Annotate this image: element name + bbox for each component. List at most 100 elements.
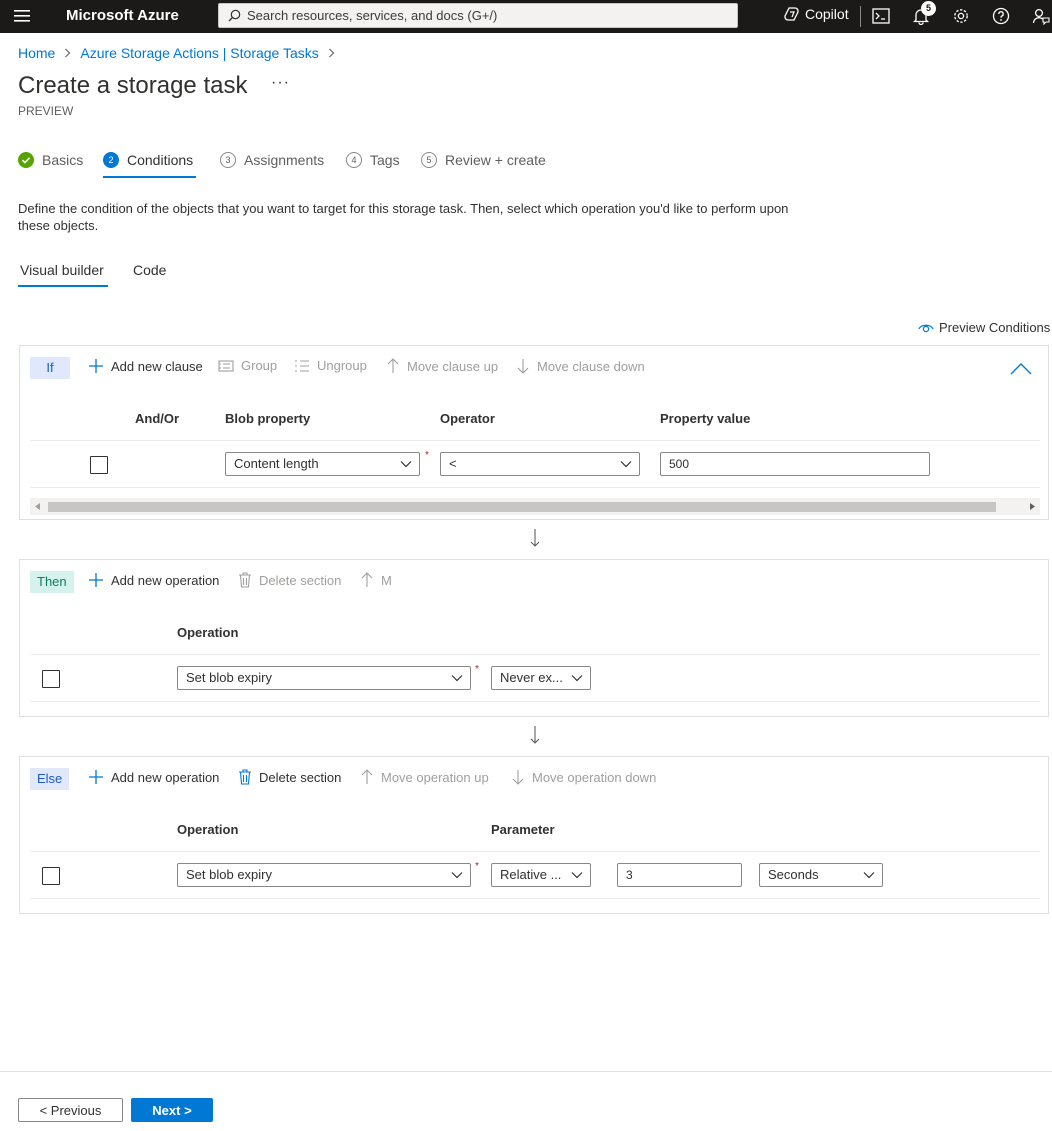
group-icon [218, 359, 234, 372]
row-divider [30, 487, 1040, 488]
property-value-input[interactable]: 500 [660, 452, 930, 476]
add-operation-label: Add new operation [111, 769, 220, 785]
delete-section-button[interactable]: Delete section [238, 572, 341, 588]
add-operation-button[interactable]: Add new operation [88, 769, 219, 785]
gear-icon[interactable] [952, 7, 970, 25]
move-operation-up-button[interactable]: M [360, 572, 392, 588]
expiry-amount-input[interactable]: 3 [617, 863, 742, 887]
expiry-unit-value: Seconds [768, 867, 819, 882]
group-label: Group [241, 358, 278, 373]
plus-icon [89, 573, 103, 587]
scroll-right-icon[interactable] [1030, 503, 1035, 510]
add-clause-button[interactable]: Add new clause [88, 358, 203, 374]
operation-row-checkbox[interactable] [42, 670, 60, 688]
cloud-shell-icon[interactable] [872, 7, 890, 25]
expiry-unit-select[interactable]: Seconds [759, 863, 883, 887]
step-number: 3 [220, 152, 236, 168]
move-operation-down-button[interactable]: Move operation down [511, 769, 656, 785]
chevron-up-icon[interactable] [1010, 363, 1032, 375]
arrow-down-icon [517, 359, 529, 374]
flow-arrow-icon [529, 528, 541, 548]
step-review-create[interactable]: 5 Review + create [421, 152, 546, 168]
menu-icon[interactable] [14, 9, 30, 23]
preview-conditions-button[interactable]: Preview Conditions [918, 320, 1050, 335]
add-operation-label: Add new operation [111, 572, 220, 588]
chevron-down-icon [400, 460, 412, 468]
chevron-down-icon [571, 871, 583, 879]
operation-row-checkbox[interactable] [42, 867, 60, 885]
chevron-down-icon [451, 871, 463, 879]
expiry-type-select[interactable]: Never ex... [491, 666, 591, 690]
trash-icon [239, 572, 251, 588]
chevron-down-icon [620, 460, 632, 468]
operation-value: Set blob expiry [186, 670, 272, 685]
scrollbar-thumb[interactable] [48, 502, 996, 512]
move-clause-down-label: Move clause down [537, 358, 645, 374]
column-operation: Operation [177, 625, 239, 640]
arrow-up-icon [361, 572, 373, 587]
active-tab-indicator [18, 285, 108, 287]
footer-divider [0, 1071, 1052, 1072]
add-operation-button[interactable]: Add new operation [88, 572, 219, 588]
tab-code[interactable]: Code [133, 262, 166, 278]
delete-section-button[interactable]: Delete section [238, 769, 341, 785]
move-clause-down-button[interactable]: Move clause down [516, 358, 645, 374]
column-blob-property: Blob property [225, 411, 311, 426]
clause-row-checkbox[interactable] [90, 456, 108, 474]
breadcrumb-home[interactable]: Home [18, 45, 55, 61]
page-title: Create a storage task [18, 72, 248, 99]
move-operation-up-label: M [381, 572, 392, 588]
ungroup-button[interactable]: Ungroup [294, 358, 367, 373]
flow-arrow-icon [529, 725, 541, 745]
expiry-type-select[interactable]: Relative ... [491, 863, 591, 887]
next-button[interactable]: Next > [131, 1098, 213, 1122]
move-operation-up-button[interactable]: Move operation up [360, 769, 489, 785]
group-button[interactable]: Group [218, 358, 277, 373]
move-clause-up-button[interactable]: Move clause up [386, 358, 498, 374]
scroll-left-icon[interactable] [35, 503, 40, 510]
page-description: Define the condition of the objects that… [18, 201, 789, 233]
search-input[interactable] [247, 4, 727, 27]
then-tag: Then [30, 571, 74, 593]
preview-conditions-label: Preview Conditions [939, 320, 1051, 335]
chevron-down-icon [863, 871, 875, 879]
topbar-divider [860, 6, 861, 27]
copilot-button[interactable]: Copilot [784, 6, 849, 22]
required-marker: * [475, 664, 479, 675]
more-options-icon[interactable]: ··· [271, 74, 290, 92]
step-conditions[interactable]: 2 Conditions [103, 152, 193, 168]
operator-select[interactable]: < [440, 452, 640, 476]
notification-count-badge: 5 [921, 1, 936, 16]
column-parameter: Parameter [491, 822, 555, 837]
arrow-down-icon [512, 770, 524, 785]
trash-icon [239, 769, 251, 785]
check-circle-icon [18, 152, 34, 168]
previous-button[interactable]: < Previous [18, 1098, 123, 1122]
column-property-value: Property value [660, 411, 751, 426]
step-number: 5 [421, 152, 437, 168]
step-tags[interactable]: 4 Tags [346, 152, 400, 168]
brand-title[interactable]: Microsoft Azure [66, 7, 179, 24]
operation-select[interactable]: Set blob expiry [177, 666, 471, 690]
chevron-right-icon [328, 48, 335, 58]
blob-property-select[interactable]: Content length [225, 452, 420, 476]
else-tag: Else [30, 768, 70, 790]
global-search[interactable] [218, 3, 738, 28]
delete-section-label: Delete section [259, 769, 342, 785]
column-operator: Operator [440, 411, 495, 426]
step-basics[interactable]: Basics [18, 152, 83, 168]
if-section: If Add new clause Group Ungroup Move cla… [19, 345, 1049, 520]
breadcrumb-storage-tasks[interactable]: Azure Storage Actions | Storage Tasks [80, 45, 318, 61]
tab-visual-builder[interactable]: Visual builder [20, 262, 104, 278]
feedback-icon[interactable] [1032, 7, 1050, 25]
column-and-or: And/Or [135, 411, 180, 426]
delete-section-label: Delete section [259, 572, 342, 588]
operation-select[interactable]: Set blob expiry [177, 863, 471, 887]
horizontal-scrollbar[interactable] [30, 498, 1040, 515]
step-label: Basics [42, 152, 84, 168]
row-divider [30, 898, 1040, 899]
help-icon[interactable] [992, 7, 1010, 25]
add-clause-label: Add new clause [111, 358, 203, 374]
step-assignments[interactable]: 3 Assignments [220, 152, 324, 168]
move-operation-down-label: Move operation down [532, 769, 657, 785]
